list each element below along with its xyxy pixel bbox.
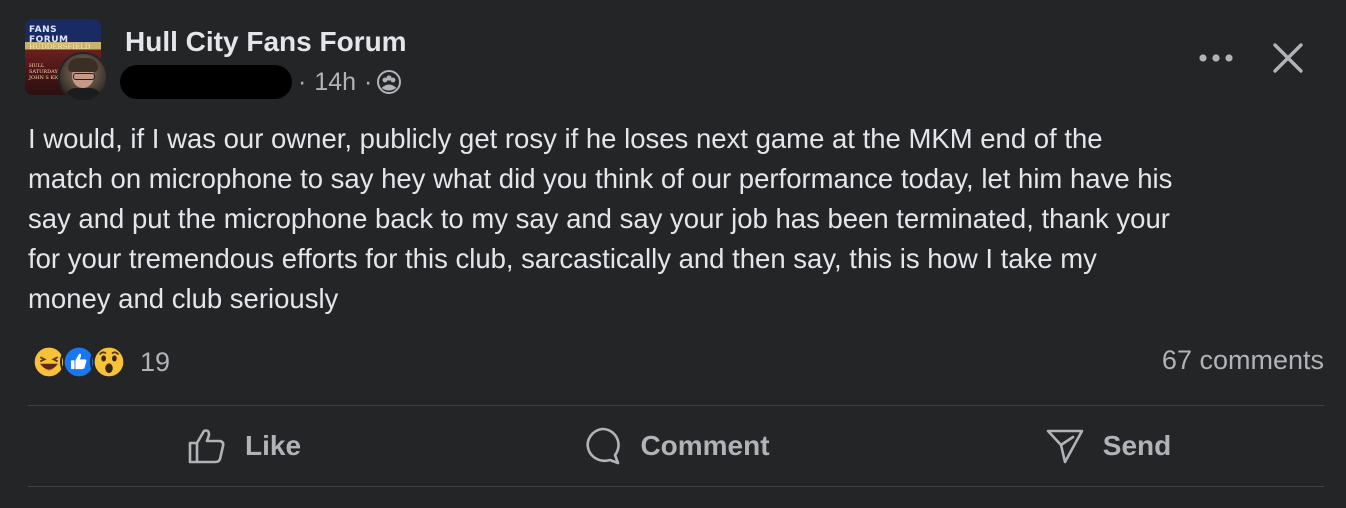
close-icon — [1273, 43, 1303, 73]
send-icon — [1046, 429, 1084, 464]
avatar-shirt — [64, 88, 102, 100]
group-icon — [377, 70, 402, 94]
comment-button[interactable]: Comment — [460, 406, 892, 486]
avatar-hair — [68, 58, 98, 72]
post-text: I would, if I was our owner, publicly ge… — [28, 123, 1173, 314]
user-avatar[interactable] — [58, 52, 108, 102]
more-horizontal-icon — [1199, 54, 1233, 62]
close-post-button[interactable] — [1268, 38, 1308, 78]
like-button[interactable]: Like — [28, 406, 460, 486]
like-label: Like — [244, 430, 302, 461]
avatar-glasses — [73, 73, 95, 80]
meta-separator-2: · — [364, 67, 373, 96]
comments-count-link[interactable]: 67 comments — [1162, 345, 1324, 376]
group-avatar-text-1: FANS FORUM — [29, 25, 69, 45]
more-options-button[interactable] — [1194, 40, 1238, 76]
thumbs-up-icon — [188, 429, 225, 464]
redacted-author-name[interactable] — [120, 65, 292, 99]
send-button[interactable]: Send — [892, 406, 1324, 486]
comment-bubble-icon — [586, 427, 621, 465]
wow-emoji-icon — [90, 343, 128, 381]
reaction-count: 19 — [140, 346, 171, 377]
post-meta: · 14h · — [120, 64, 402, 100]
group-avatar-text-2: HUDDERSFIELD — [29, 43, 91, 51]
action-bar: Like Comment Send — [28, 406, 1324, 486]
divider-bottom — [28, 486, 1324, 487]
post-timestamp[interactable]: 14h — [314, 68, 356, 97]
meta-separator: · — [298, 67, 307, 96]
reactions-summary[interactable]: 19 — [30, 342, 170, 382]
group-name-link[interactable]: Hull City Fans Forum — [125, 26, 407, 58]
send-label: Send — [1102, 430, 1172, 461]
comment-label: Comment — [640, 430, 770, 461]
facebook-post: FANS FORUM HUDDERSFIELD HULL SATURDAY JO… — [0, 0, 1346, 508]
